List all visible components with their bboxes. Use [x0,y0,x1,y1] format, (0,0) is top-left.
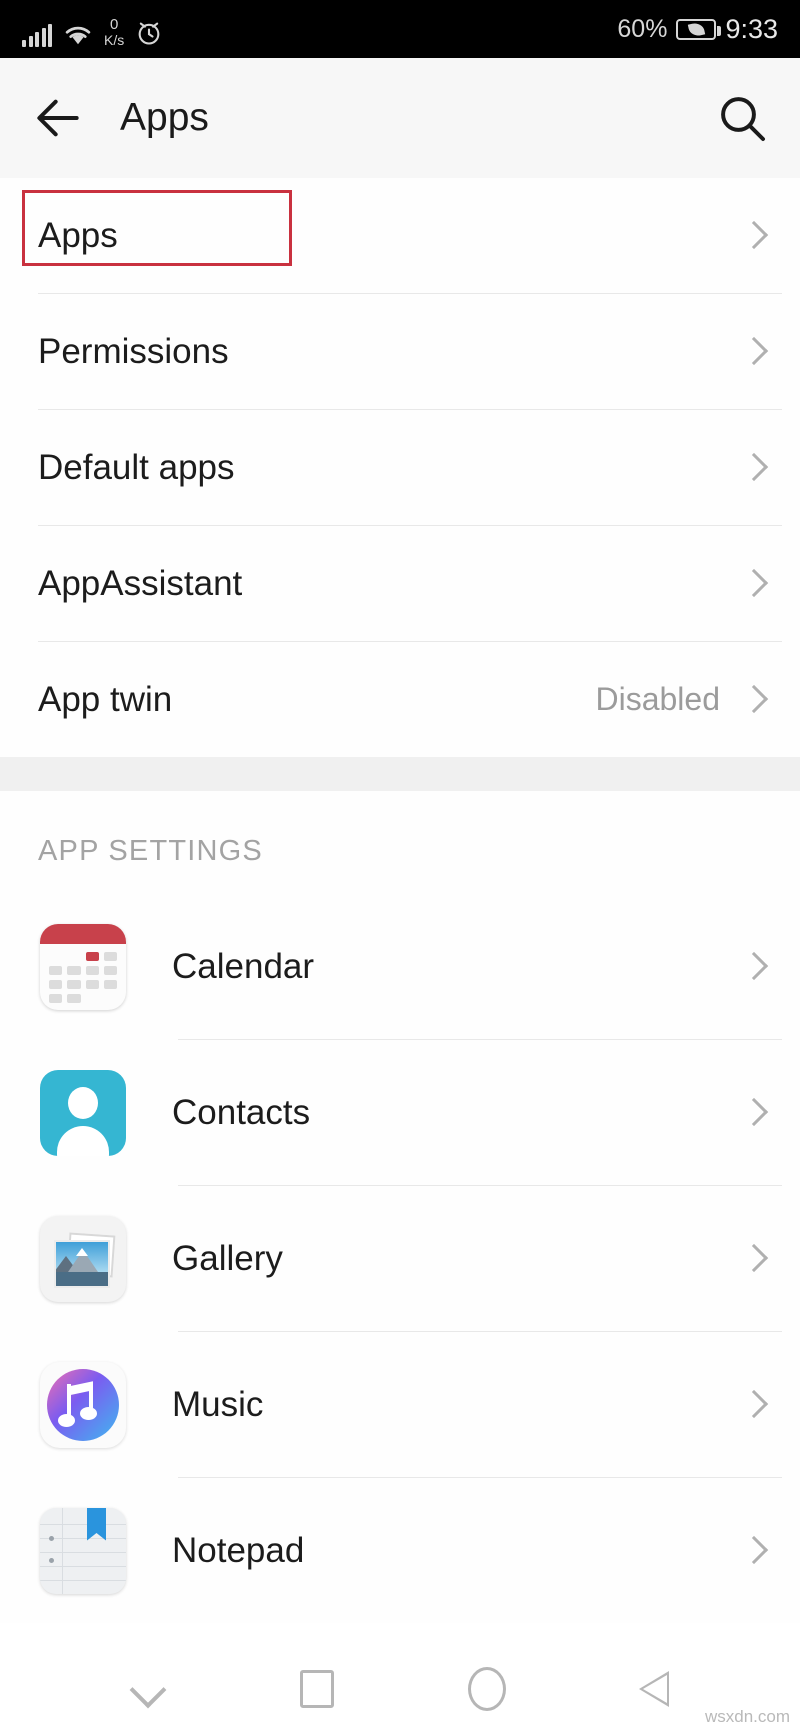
battery-percent: 60% [617,14,668,43]
signal-icon [22,23,52,47]
app-row-calendar[interactable]: Calendar [0,894,800,1039]
settings-row-value: Disabled [595,681,720,717]
chevron-right-icon [740,455,766,481]
settings-row-permissions[interactable]: Permissions [0,294,800,409]
settings-row-label: Apps [38,215,118,255]
settings-row-apps[interactable]: Apps [0,178,800,293]
square-recents-icon[interactable] [300,1670,335,1708]
status-bar-right: 60% 9:33 [617,14,778,45]
chevron-right-icon [740,1392,766,1418]
chevron-right-icon [740,339,766,365]
section-gap [0,757,800,791]
settings-row-default-apps[interactable]: Default apps [0,410,800,525]
app-row-label: Contacts [172,1092,311,1132]
contacts-app-icon [40,1069,126,1156]
back-arrow-icon[interactable] [30,90,86,146]
app-row-label: Notepad [172,1530,305,1570]
chevron-down-icon[interactable] [127,1669,167,1709]
app-row-label: Music [172,1384,264,1424]
app-row-label: Gallery [172,1238,283,1278]
network-speed-unit: K/s [104,32,125,48]
app-settings-header: APP SETTINGS [0,791,800,894]
settings-row-label: Default apps [38,447,235,487]
notepad-app-icon [40,1507,126,1594]
app-row-notepad[interactable]: Notepad [0,1478,800,1623]
app-row-gallery[interactable]: Gallery [0,1186,800,1331]
settings-row-appassistant[interactable]: AppAssistant [0,526,800,641]
chevron-right-icon [740,1538,766,1564]
navigation-bar [0,1645,800,1733]
app-bar: Apps [0,58,800,178]
app-row-label: Calendar [172,946,315,986]
status-bar-left: 0 K/s [22,11,163,47]
network-speed-value: 0 [109,16,119,33]
settings-row-label: AppAssistant [38,563,243,603]
chevron-right-icon [740,571,766,597]
circle-home-icon[interactable] [467,1667,506,1711]
calendar-app-icon [40,923,126,1010]
settings-row-label: Permissions [38,331,229,371]
app-row-contacts[interactable]: Contacts [0,1040,800,1185]
status-bar: 0 K/s 60% 9:33 [0,0,800,58]
chevron-right-icon [740,223,766,249]
chevron-right-icon [740,954,766,980]
chevron-right-icon [740,687,766,713]
chevron-right-icon [740,1246,766,1272]
gallery-app-icon [40,1215,126,1302]
search-icon[interactable] [714,90,770,146]
settings-row-label: App twin [38,679,173,719]
phone-screen: 0 K/s 60% 9:33 Apps Apps Permissions Def… [0,0,800,1733]
wifi-icon [65,26,91,45]
alarm-icon [138,22,160,45]
page-title: Apps [120,96,209,139]
music-app-icon [40,1361,126,1448]
settings-list: Apps Permissions Default apps AppAssista… [0,178,800,1623]
watermark: wsxdn.com [704,1707,790,1726]
status-bar-clock: 9:33 [725,13,778,44]
network-speed-icon: 0 K/s [104,17,124,47]
settings-row-app-twin[interactable]: App twin Disabled [0,642,800,757]
battery-saver-icon [676,18,722,40]
app-row-music[interactable]: Music [0,1332,800,1477]
triangle-back-icon[interactable] [639,1668,673,1710]
chevron-right-icon [740,1100,766,1126]
